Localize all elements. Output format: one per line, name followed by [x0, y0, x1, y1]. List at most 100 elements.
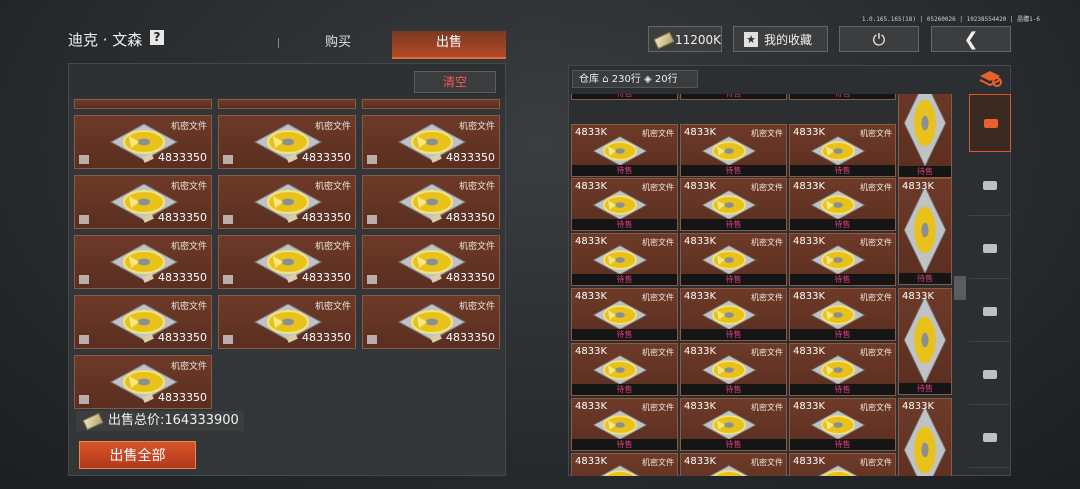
money-display: 11200K: [648, 26, 722, 52]
item-name: 机密文件: [170, 122, 207, 132]
box-icon: [79, 395, 89, 404]
clear-button[interactable]: 清空: [414, 71, 496, 93]
disk-icon: [592, 245, 648, 275]
box-icon: [79, 335, 89, 344]
item-quantity: 4833K: [684, 346, 717, 357]
sell-total: 出售总价:164333900: [76, 411, 244, 431]
item-status: 待售: [681, 274, 786, 285]
favorites-button[interactable]: ★ 我的收藏: [733, 26, 828, 52]
item-name: 机密文件: [860, 293, 892, 302]
warehouse-item-card[interactable]: 4833K 机密文件 待售: [789, 343, 896, 396]
disk-icon: [701, 355, 757, 385]
item-status: 待售: [790, 219, 895, 230]
sell-item-card[interactable]: 机密文件 4833350: [74, 175, 212, 229]
warehouse-item-card[interactable]: 4833K 机密文件 待售: [680, 398, 787, 451]
warehouse-grid: 4833K 机密文件 待售 4833K 机密文件 待售 4833K 机密文件 待…: [571, 94, 955, 476]
back-button[interactable]: ❮: [931, 26, 1011, 52]
sell-item-card[interactable]: 机密文件 4833350: [362, 115, 500, 169]
warehouse-item-card[interactable]: 4833K 机密文件 待售: [789, 453, 896, 476]
tab-sell[interactable]: 出售: [392, 31, 506, 59]
warehouse-scrollbar[interactable]: [954, 276, 966, 300]
warehouse-item-card[interactable]: 4833K 机密文件 待售: [680, 94, 787, 100]
disk-icon: [903, 295, 947, 385]
warehouse-item-card[interactable]: 4833K 机密文件 待售: [789, 178, 896, 231]
item-name: 机密文件: [458, 182, 495, 192]
item-status: 待售: [572, 165, 677, 176]
warehouse-item-card[interactable]: 4833K 机密文件 待售: [571, 94, 678, 100]
item-name: 机密文件: [751, 348, 783, 357]
item-status: 待售: [681, 329, 786, 340]
sell-item-card-partial[interactable]: [362, 99, 500, 109]
sell-item-card[interactable]: 机密文件 4833350: [218, 295, 356, 349]
disk-icon: [810, 410, 866, 440]
tab-buy[interactable]: 购买: [288, 31, 388, 57]
category-gadget[interactable]: [969, 409, 1011, 468]
tab-divider: [278, 38, 279, 48]
sell-item-card[interactable]: 机密文件 4833350: [362, 295, 500, 349]
warehouse-item-card[interactable]: 4833K 机密文件 待售: [789, 398, 896, 451]
warehouse-item-card-tall[interactable]: 4833K 待售: [898, 94, 952, 178]
warehouse-item-card[interactable]: 4833K 机密文件 待售: [571, 398, 678, 451]
sell-item-card[interactable]: 机密文件 4833350: [74, 295, 212, 349]
warehouse-item-card[interactable]: 4833K 机密文件 待售: [789, 94, 896, 100]
sell-item-card[interactable]: 机密文件 4833350: [218, 235, 356, 289]
sell-item-card-partial[interactable]: [74, 99, 212, 109]
power-button[interactable]: ⏻: [839, 26, 919, 52]
warehouse-item-card[interactable]: 4833K 机密文件 待售: [789, 288, 896, 341]
disk-icon: [701, 245, 757, 275]
warehouse-item-card[interactable]: 4833K 机密文件 待售: [571, 453, 678, 476]
disk-icon: [701, 300, 757, 330]
warehouse-item-card[interactable]: 4833K 机密文件 待售: [571, 343, 678, 396]
sell-all-button[interactable]: 出售全部: [79, 441, 196, 469]
sell-item-card[interactable]: 机密文件 4833350: [218, 175, 356, 229]
item-status: 待售: [572, 219, 677, 230]
item-status: 待售: [899, 273, 951, 284]
warehouse-item-card[interactable]: 4833K 机密文件 待售: [571, 124, 678, 177]
help-button[interactable]: ?: [150, 30, 164, 45]
warehouse-item-card-tall[interactable]: 4833K 待售: [898, 178, 952, 285]
sell-item-card[interactable]: 机密文件 4833350: [362, 175, 500, 229]
category-helmet[interactable]: [969, 157, 1011, 216]
box-icon: [367, 275, 377, 284]
item-price: 4833350: [158, 271, 207, 284]
item-name: 机密文件: [458, 302, 495, 312]
item-price: 4833350: [158, 211, 207, 224]
category-sidebar: [969, 94, 1011, 476]
warehouse-item-card[interactable]: 4833K 机密文件 待售: [680, 233, 787, 286]
money-amount: 11200K: [675, 33, 722, 47]
warehouse-item-card[interactable]: 4833K 机密文件 待售: [789, 124, 896, 177]
warehouse-item-card[interactable]: 4833K 机密文件 待售: [680, 343, 787, 396]
sell-item-card[interactable]: 机密文件 4833350: [74, 115, 212, 169]
sell-item-card[interactable]: 机密文件 4833350: [218, 115, 356, 169]
warehouse-item-card[interactable]: 4833K 机密文件 待售: [680, 178, 787, 231]
warehouse-item-card[interactable]: 4833K 机密文件 待售: [680, 288, 787, 341]
warehouse-item-card[interactable]: 4833K 机密文件 待售: [571, 178, 678, 231]
item-name: 机密文件: [642, 458, 674, 467]
warehouse-item-card-tall[interactable]: 4833K 待售: [898, 398, 952, 476]
box-icon: [367, 215, 377, 224]
category-magazine[interactable]: [969, 283, 1011, 342]
warehouse-item-card[interactable]: 4833K 机密文件 待售: [571, 288, 678, 341]
category-ammo[interactable]: [969, 346, 1011, 405]
disk-icon: [592, 136, 648, 166]
sell-item-card[interactable]: 机密文件 4833350: [74, 235, 212, 289]
item-status: 待售: [681, 439, 786, 450]
warehouse-item-card-tall[interactable]: 4833K 待售: [898, 288, 952, 395]
sell-item-card-partial[interactable]: [218, 99, 356, 109]
category-rifle[interactable]: [969, 220, 1011, 279]
warehouse-item-card[interactable]: 4833K 机密文件 待售: [680, 453, 787, 476]
sell-item-card[interactable]: 机密文件 4833350: [362, 235, 500, 289]
disk-icon: [810, 355, 866, 385]
item-name: 机密文件: [170, 242, 207, 252]
storage-icon: [984, 119, 998, 128]
warehouse-item-card[interactable]: 4833K 机密文件 待售: [789, 233, 896, 286]
box-icon: [223, 215, 233, 224]
box-stack-icon[interactable]: [978, 68, 1002, 88]
warehouse-item-card[interactable]: 4833K 机密文件 待售: [571, 233, 678, 286]
item-name: 机密文件: [860, 238, 892, 247]
warehouse-item-card[interactable]: 4833K 机密文件 待售: [680, 124, 787, 177]
sell-item-card[interactable]: 机密文件 4833350: [74, 355, 212, 409]
category-storage[interactable]: [969, 94, 1011, 152]
box-icon: [79, 215, 89, 224]
box-icon: [223, 275, 233, 284]
